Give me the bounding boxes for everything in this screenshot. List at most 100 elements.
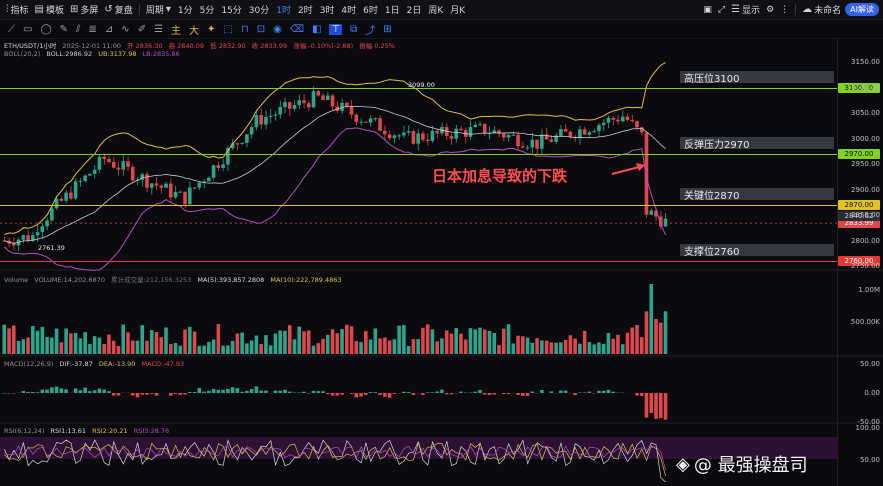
- candle[interactable]: [88, 173, 92, 176]
- candle[interactable]: [387, 134, 392, 139]
- candle[interactable]: [316, 91, 321, 96]
- candle[interactable]: [473, 124, 478, 127]
- candle[interactable]: [154, 183, 159, 186]
- candle[interactable]: [592, 131, 596, 133]
- candle[interactable]: [188, 187, 192, 205]
- candle[interactable]: [435, 130, 439, 134]
- candle[interactable]: [516, 134, 520, 147]
- candle[interactable]: [383, 130, 387, 135]
- candle[interactable]: [283, 102, 287, 108]
- candle[interactable]: [240, 142, 244, 144]
- candle[interactable]: [12, 243, 16, 246]
- candle[interactable]: [273, 114, 278, 116]
- candle[interactable]: [140, 174, 145, 180]
- candle[interactable]: [468, 126, 473, 137]
- candle[interactable]: [278, 107, 282, 115]
- candle[interactable]: [40, 226, 45, 233]
- candle[interactable]: [245, 134, 249, 143]
- candle[interactable]: [521, 146, 525, 148]
- candle[interactable]: [111, 162, 116, 168]
- level-line[interactable]: [0, 153, 838, 156]
- candle[interactable]: [549, 139, 554, 142]
- candle[interactable]: [45, 220, 49, 227]
- candle[interactable]: [330, 95, 335, 107]
- candle[interactable]: [302, 100, 306, 104]
- candle[interactable]: [449, 136, 454, 139]
- candle[interactable]: [578, 129, 582, 139]
- candle[interactable]: [397, 135, 401, 137]
- candle[interactable]: [130, 166, 135, 181]
- candle[interactable]: [287, 102, 292, 109]
- candle[interactable]: [178, 191, 183, 193]
- candle[interactable]: [616, 119, 620, 122]
- candle[interactable]: [311, 91, 316, 108]
- candle[interactable]: [249, 127, 254, 135]
- candle[interactable]: [268, 115, 273, 117]
- candle[interactable]: [378, 118, 382, 131]
- candle[interactable]: [54, 198, 59, 209]
- candle[interactable]: [235, 143, 240, 145]
- candle[interactable]: [254, 114, 259, 128]
- candle[interactable]: [50, 208, 54, 221]
- candle[interactable]: [649, 210, 654, 215]
- candle[interactable]: [26, 235, 30, 241]
- candle[interactable]: [559, 129, 563, 136]
- candle[interactable]: [126, 161, 130, 167]
- candle[interactable]: [306, 103, 311, 108]
- candle[interactable]: [159, 185, 164, 188]
- candle[interactable]: [197, 182, 202, 188]
- candle[interactable]: [597, 125, 601, 132]
- candle[interactable]: [321, 95, 325, 100]
- candle[interactable]: [482, 123, 487, 134]
- candle[interactable]: [216, 165, 221, 168]
- candle[interactable]: [297, 100, 301, 106]
- level-line[interactable]: [0, 204, 838, 207]
- candle[interactable]: [611, 118, 615, 120]
- candle[interactable]: [192, 187, 197, 189]
- candle[interactable]: [149, 183, 154, 188]
- candle[interactable]: [587, 132, 592, 135]
- candle[interactable]: [630, 119, 634, 122]
- candle[interactable]: [540, 134, 544, 149]
- candle[interactable]: [364, 121, 368, 123]
- candle[interactable]: [416, 133, 420, 144]
- candle[interactable]: [511, 134, 516, 136]
- candle[interactable]: [620, 116, 625, 122]
- level-line[interactable]: [0, 260, 838, 263]
- candle[interactable]: [478, 123, 482, 125]
- candle[interactable]: [525, 147, 530, 149]
- candle[interactable]: [73, 181, 78, 199]
- candle[interactable]: [59, 198, 64, 201]
- candle[interactable]: [35, 232, 40, 236]
- candle[interactable]: [97, 156, 102, 170]
- candle[interactable]: [506, 134, 511, 138]
- candle[interactable]: [644, 132, 649, 215]
- candle[interactable]: [211, 165, 216, 178]
- candle[interactable]: [359, 121, 363, 123]
- candle[interactable]: [411, 131, 416, 144]
- candle[interactable]: [107, 158, 111, 163]
- price-axis[interactable]: 3150.00 3100.00 3050.00 3000.00 2950.00 2900.…: [837, 38, 883, 486]
- candle[interactable]: [164, 183, 168, 188]
- candle[interactable]: [21, 235, 26, 240]
- candle[interactable]: [663, 218, 668, 227]
- candle[interactable]: [406, 131, 411, 133]
- candle[interactable]: [606, 118, 611, 123]
- candle[interactable]: [78, 181, 83, 183]
- candle[interactable]: [92, 169, 97, 174]
- candle[interactable]: [102, 156, 106, 159]
- candle[interactable]: [207, 177, 211, 182]
- candle[interactable]: [568, 131, 573, 137]
- candle[interactable]: [582, 129, 587, 135]
- candle[interactable]: [354, 114, 359, 122]
- candle[interactable]: [64, 192, 68, 201]
- candle[interactable]: [325, 95, 330, 100]
- candle[interactable]: [635, 121, 639, 128]
- candle[interactable]: [69, 192, 73, 199]
- candle[interactable]: [349, 106, 354, 115]
- candle[interactable]: [563, 129, 568, 132]
- candle[interactable]: [368, 118, 373, 123]
- candle[interactable]: [497, 130, 501, 134]
- candle[interactable]: [373, 118, 378, 120]
- candle[interactable]: [259, 114, 263, 125]
